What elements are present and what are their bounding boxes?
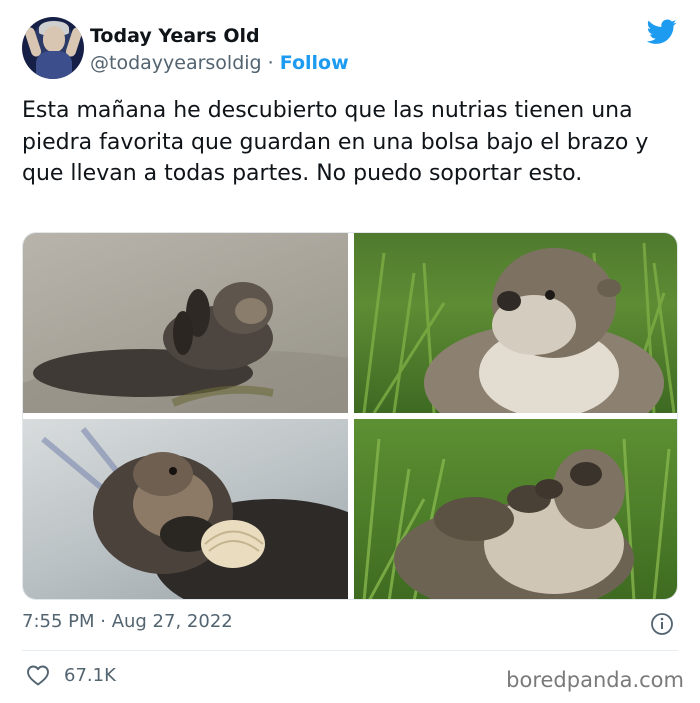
tweet-text: Esta mañana he descubierto que las nutri… [22, 98, 649, 186]
tweet-timestamp[interactable]: 7:55 PM · Aug 27, 2022 [22, 611, 233, 632]
twitter-bird-icon[interactable] [647, 19, 677, 45]
like-count[interactable]: 67.1K [64, 665, 116, 686]
divider [22, 650, 678, 651]
author-display-name[interactable]: Today Years Old [90, 25, 260, 47]
otter-on-back-grass-photo[interactable] [354, 419, 677, 599]
heart-icon[interactable] [26, 664, 50, 686]
follow-button[interactable]: Follow [280, 52, 349, 74]
sea-otter-floating-photo[interactable] [23, 233, 348, 413]
author-handle[interactable]: @todayyearsoldig [90, 52, 262, 74]
sea-otter-clam-photo[interactable] [23, 419, 348, 599]
author-handle-row: @todayyearsoldig · Follow [90, 52, 349, 74]
river-otter-grass-photo[interactable] [354, 233, 677, 413]
author-avatar[interactable] [22, 17, 84, 79]
info-icon[interactable] [650, 612, 674, 636]
separator-dot: · [267, 52, 274, 74]
tweet-header: Today Years Old @todayyearsoldig · Follo… [22, 16, 680, 80]
boredpanda-watermark: boredpanda.com [506, 668, 684, 692]
photo-grid [22, 232, 678, 600]
